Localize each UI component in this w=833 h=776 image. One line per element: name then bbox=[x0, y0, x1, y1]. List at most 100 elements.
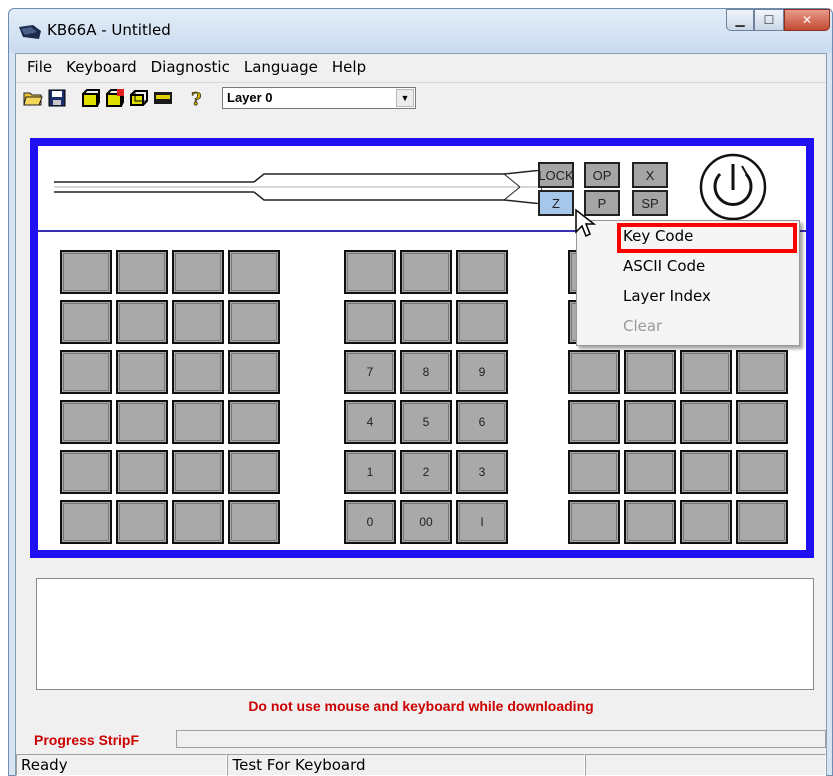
key-num-4[interactable]: 4 bbox=[344, 400, 396, 444]
key-left-r1c4[interactable] bbox=[228, 250, 280, 294]
maximize-icon[interactable]: ☐ bbox=[754, 9, 784, 31]
layer-select[interactable]: Layer 0 ▼ bbox=[222, 86, 416, 109]
key-num-5[interactable]: 5 bbox=[400, 400, 452, 444]
layer-icon[interactable] bbox=[128, 87, 150, 109]
key-left-r6c4[interactable] bbox=[228, 500, 280, 544]
menu-diagnostic[interactable]: Diagnostic bbox=[144, 58, 237, 76]
key-right-r3c4[interactable] bbox=[736, 350, 788, 394]
close-icon[interactable]: ✕ bbox=[784, 9, 830, 31]
new-key-icon[interactable] bbox=[80, 87, 102, 109]
key-left-r5c1[interactable] bbox=[60, 450, 112, 494]
key-left-r5c3[interactable] bbox=[172, 450, 224, 494]
key-left-r6c2[interactable] bbox=[116, 500, 168, 544]
progress-row: Progress StripF bbox=[30, 730, 826, 750]
status-pane-extra bbox=[584, 754, 826, 776]
key-left-r3c1[interactable] bbox=[60, 350, 112, 394]
key-left-r1c1[interactable] bbox=[60, 250, 112, 294]
key-left-r2c1[interactable] bbox=[60, 300, 112, 344]
key-num-6[interactable]: 6 bbox=[456, 400, 508, 444]
key-left-r5c2[interactable] bbox=[116, 450, 168, 494]
download-warning: Do not use mouse and keyboard while down… bbox=[248, 698, 594, 714]
key-z[interactable]: Z bbox=[538, 190, 574, 216]
save-icon[interactable] bbox=[46, 87, 68, 109]
key-left-r3c2[interactable] bbox=[116, 350, 168, 394]
menu-file[interactable]: File bbox=[20, 58, 59, 76]
menu-item-ascii-code[interactable]: ASCII Code bbox=[623, 257, 705, 275]
menu-item-layer-index[interactable]: Layer Index bbox=[623, 287, 711, 305]
key-right-r5c4[interactable] bbox=[736, 450, 788, 494]
chevron-down-icon[interactable]: ▼ bbox=[396, 88, 414, 107]
key-num-2[interactable]: 2 bbox=[400, 450, 452, 494]
key-num-0[interactable]: 0 bbox=[344, 500, 396, 544]
key-num-i[interactable]: I bbox=[456, 500, 508, 544]
key-op[interactable]: OP bbox=[584, 162, 620, 188]
key-mid-r1c1[interactable] bbox=[344, 250, 396, 294]
key-num-00[interactable]: 00 bbox=[400, 500, 452, 544]
key-right-r4c3[interactable] bbox=[680, 400, 732, 444]
key-left-r1c3[interactable] bbox=[172, 250, 224, 294]
window-title: KB66A - Untitled bbox=[47, 21, 171, 39]
key-num-9[interactable]: 9 bbox=[456, 350, 508, 394]
key-left-r3c3[interactable] bbox=[172, 350, 224, 394]
status-pane-state: Ready bbox=[16, 754, 228, 776]
key-right-r5c1[interactable] bbox=[568, 450, 620, 494]
key-x[interactable]: X bbox=[632, 162, 668, 188]
client-area: File Keyboard Diagnostic Language Help ?… bbox=[15, 53, 827, 776]
status-pane-message: Test For Keyboard bbox=[227, 754, 585, 776]
key-right-r4c4[interactable] bbox=[736, 400, 788, 444]
menu-keyboard[interactable]: Keyboard bbox=[59, 58, 144, 76]
menu-bar: File Keyboard Diagnostic Language Help bbox=[16, 54, 826, 80]
key-left-r5c4[interactable] bbox=[228, 450, 280, 494]
key-right-r5c3[interactable] bbox=[680, 450, 732, 494]
key-left-r6c1[interactable] bbox=[60, 500, 112, 544]
bar-icon[interactable] bbox=[152, 87, 174, 109]
key-left-r4c2[interactable] bbox=[116, 400, 168, 444]
log-output[interactable] bbox=[36, 578, 814, 690]
key-right-r6c2[interactable] bbox=[624, 500, 676, 544]
key-right-r6c3[interactable] bbox=[680, 500, 732, 544]
key-num-1[interactable]: 1 bbox=[344, 450, 396, 494]
key-sp[interactable]: SP bbox=[632, 190, 668, 216]
context-menu: Key Code ASCII Code Layer Index Clear bbox=[576, 220, 800, 346]
key-left-r2c4[interactable] bbox=[228, 300, 280, 344]
key-right-r3c1[interactable] bbox=[568, 350, 620, 394]
key-right-r4c1[interactable] bbox=[568, 400, 620, 444]
menu-item-clear: Clear bbox=[623, 317, 663, 335]
layer-select-value: Layer 0 bbox=[227, 90, 273, 105]
svg-text:?: ? bbox=[191, 89, 202, 108]
progress-bar bbox=[176, 730, 826, 748]
key-left-r1c2[interactable] bbox=[116, 250, 168, 294]
key-mid-r2c2[interactable] bbox=[400, 300, 452, 344]
menu-language[interactable]: Language bbox=[237, 58, 325, 76]
key-num-3[interactable]: 3 bbox=[456, 450, 508, 494]
toolbar: ? Layer 0 ▼ bbox=[16, 82, 826, 112]
key-left-r4c3[interactable] bbox=[172, 400, 224, 444]
key-mid-r1c3[interactable] bbox=[456, 250, 508, 294]
title-bar[interactable]: KB66A - Untitled ▁ ☐ ✕ bbox=[9, 9, 832, 53]
key-left-r4c1[interactable] bbox=[60, 400, 112, 444]
key-num-8[interactable]: 8 bbox=[400, 350, 452, 394]
key-num-7[interactable]: 7 bbox=[344, 350, 396, 394]
key-right-r4c2[interactable] bbox=[624, 400, 676, 444]
key-right-r6c4[interactable] bbox=[736, 500, 788, 544]
key-left-r2c2[interactable] bbox=[116, 300, 168, 344]
help-icon[interactable]: ? bbox=[186, 87, 208, 109]
minimize-icon[interactable]: ▁ bbox=[726, 9, 754, 31]
open-folder-icon[interactable] bbox=[22, 87, 44, 109]
key-lock[interactable]: LOCK bbox=[538, 162, 574, 188]
key-mid-r2c3[interactable] bbox=[456, 300, 508, 344]
power-dial-icon[interactable] bbox=[698, 152, 768, 222]
key-right-r3c3[interactable] bbox=[680, 350, 732, 394]
key-mid-r2c1[interactable] bbox=[344, 300, 396, 344]
key-left-r4c4[interactable] bbox=[228, 400, 280, 444]
key-left-r2c3[interactable] bbox=[172, 300, 224, 344]
key-right-r3c2[interactable] bbox=[624, 350, 676, 394]
key-left-r3c4[interactable] bbox=[228, 350, 280, 394]
key-right-r5c2[interactable] bbox=[624, 450, 676, 494]
key-mid-r1c2[interactable] bbox=[400, 250, 452, 294]
menu-help[interactable]: Help bbox=[325, 58, 373, 76]
edit-key-icon[interactable] bbox=[104, 87, 126, 109]
key-right-r6c1[interactable] bbox=[568, 500, 620, 544]
app-window: KB66A - Untitled ▁ ☐ ✕ File Keyboard Dia… bbox=[8, 8, 833, 776]
key-left-r6c3[interactable] bbox=[172, 500, 224, 544]
